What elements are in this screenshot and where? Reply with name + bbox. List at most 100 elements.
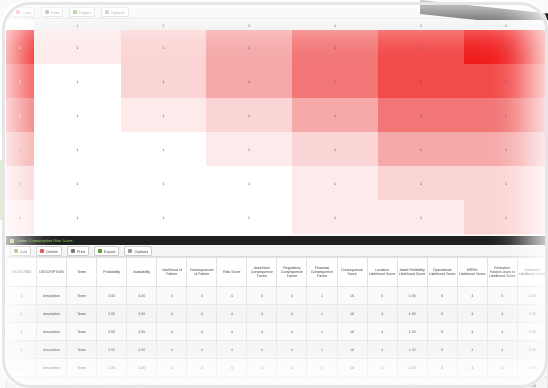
table-column-header[interactable]: Consequence Score [336, 257, 368, 287]
grid-column-header: 4 [292, 20, 379, 30]
grid-cell[interactable]: 1 [121, 200, 207, 235]
table-cell: 4 [276, 340, 308, 359]
table-column-header[interactable]: SELECTED [5, 257, 38, 287]
table-row[interactable]: 1 description Team 2.00 3.00 4 4 4 4 4 1 16 4 1.00 5 4 4… [5, 304, 548, 323]
grid-row-label: 2 [6, 64, 34, 98]
table-column-header[interactable]: Consequences of Failure [186, 257, 218, 287]
grid-cell[interactable]: 1 [464, 30, 548, 65]
grid-column-header: 2 [121, 20, 207, 30]
table-cell: 2.00 [516, 358, 548, 377]
table-cell: 3.00 [126, 304, 158, 323]
grid-cell[interactable]: 1 [292, 98, 379, 133]
table-cell: Team [66, 376, 98, 388]
table-column-header[interactable]: Customer Likelihood Score [516, 257, 548, 287]
table-cell: 3.00 [126, 376, 158, 388]
grid-cell[interactable]: 1 [34, 30, 122, 65]
table-column-header[interactable]: Reduction Factors Used in Likelihood Sco… [486, 257, 518, 287]
toolbar-button-options[interactable]: Options [100, 7, 129, 17]
table-button-delete[interactable]: Delete [36, 246, 62, 256]
table-column-header[interactable]: Risk Score [216, 257, 248, 287]
table-row[interactable]: 1 description Team 2.00 3.00 4 4 4 4 4 1 16 4 1.00 5 4 4… [5, 286, 548, 305]
table-cell: 2.00 [516, 304, 548, 323]
table-row[interactable]: 1 description Team 2.00 3.00 4 4 4 4 4 1 16 4 1.00 5 4 4… [5, 322, 548, 341]
grid-cell[interactable]: 1 [378, 132, 465, 167]
table-cell: 4 [456, 376, 488, 388]
table-button-options[interactable]: Options [124, 246, 153, 256]
table-cell: 4 [216, 376, 248, 388]
grid-cell[interactable]: 1 [378, 64, 465, 99]
grid-cell[interactable]: 1 [206, 30, 293, 65]
toolbar-button-print[interactable]: Print [40, 7, 64, 17]
table-column-header[interactable]: Operational Likelihood Score [426, 257, 458, 287]
table-cell: 2.00 [96, 376, 128, 388]
grid-cell[interactable]: 1 [378, 200, 465, 235]
table-column-header[interactable]: Likelihood of Failure [156, 257, 188, 287]
grid-cell[interactable]: 1 [121, 98, 207, 133]
add-icon [14, 249, 18, 253]
table-cell: description [36, 358, 68, 377]
grid-cell[interactable]: 1 [292, 166, 379, 201]
section-header: Water Consumption Risk Score [6, 236, 548, 245]
grid-cell[interactable]: 1 [378, 30, 465, 65]
toolbar-button-load[interactable]: Load [12, 7, 35, 17]
toolbar-button-export[interactable]: Export [69, 7, 95, 17]
table-cell: 4 [276, 322, 308, 341]
grid-cell[interactable]: 1 [121, 132, 207, 167]
table-column-header[interactable]: Financial Consequence Factor [306, 257, 338, 287]
table-button-print[interactable]: Print [66, 246, 89, 256]
grid-cell[interactable]: 1 [34, 98, 122, 133]
print-icon [44, 10, 49, 14]
table-cell: Team [66, 304, 98, 323]
grid-cell[interactable]: 1 [206, 64, 293, 99]
table-cell: 4 [156, 286, 188, 305]
table-cell: 4 [156, 376, 188, 388]
grid-cell[interactable]: 1 [206, 166, 293, 201]
table-row[interactable]: 1 description Team 2.00 3.00 4 4 4 4 4 1 16 4 1.00 5 4 4… [5, 376, 548, 388]
table-button-export[interactable]: Export [93, 246, 120, 256]
grid-cell[interactable]: 1 [464, 200, 548, 235]
table-row[interactable]: 1 description Team 2.00 3.00 4 4 4 4 4 1 16 4 1.00 5 4 4… [5, 340, 548, 359]
grid-cell[interactable]: 1 [121, 64, 207, 99]
table-column-header[interactable]: Probability [96, 257, 128, 287]
table-column-header[interactable]: Location Likelihood Score [366, 257, 398, 287]
table-cell: 4 [456, 304, 488, 323]
grid-cell[interactable]: 1 [378, 166, 465, 201]
grid-cell[interactable]: 1 [464, 132, 548, 167]
grid-cell[interactable]: 1 [464, 64, 548, 99]
grid-cell[interactable]: 1 [378, 98, 465, 133]
table-cell: 16 [336, 322, 368, 341]
table-column-header[interactable]: Asset Reliability Likelihood Score [396, 257, 428, 287]
table-cell: Team [66, 322, 98, 341]
table-column-header[interactable]: DESCRIPTION [36, 257, 68, 287]
grid-cell[interactable]: 1 [464, 98, 548, 133]
options-icon [104, 10, 109, 14]
table-cell: 4 [456, 358, 488, 377]
grid-cell[interactable]: 1 [34, 64, 122, 99]
grid-cell[interactable]: 1 [206, 132, 293, 167]
table-cell: Team [66, 358, 98, 377]
table-cell: 5 [426, 340, 458, 359]
table-cell: 4 [366, 376, 398, 388]
grid-cell[interactable]: 1 [292, 30, 379, 65]
grid-cell[interactable]: 1 [292, 132, 379, 167]
table-cell: 4 [186, 376, 218, 388]
table-column-header[interactable]: Availability [126, 257, 158, 287]
table-cell: 4 [246, 376, 278, 388]
grid-cell[interactable]: 1 [121, 30, 207, 65]
table-column-header[interactable]: Asset/Use Consequence Factor [246, 257, 278, 287]
grid-cell[interactable]: 1 [34, 200, 122, 235]
table-column-header[interactable]: Regulatory Consequence Factor [276, 257, 308, 287]
table-cell: 4 [276, 286, 308, 305]
grid-cell[interactable]: 1 [34, 166, 122, 201]
table-column-header[interactable]: Team [66, 257, 98, 287]
grid-cell[interactable]: 1 [206, 200, 293, 235]
grid-cell[interactable]: 1 [121, 166, 207, 201]
grid-cell[interactable]: 1 [464, 166, 548, 201]
grid-cell[interactable]: 1 [206, 98, 293, 133]
table-column-header[interactable]: MRRA Likelihood Score [456, 257, 488, 287]
grid-cell[interactable]: 1 [292, 200, 379, 235]
table-row[interactable]: 1 description Team 2.00 3.00 4 4 4 4 4 1 16 4 1.00 5 4 4… [5, 358, 548, 377]
grid-cell[interactable]: 1 [34, 132, 122, 167]
grid-cell[interactable]: 1 [292, 64, 379, 99]
table-button-add[interactable]: Add [10, 246, 32, 256]
